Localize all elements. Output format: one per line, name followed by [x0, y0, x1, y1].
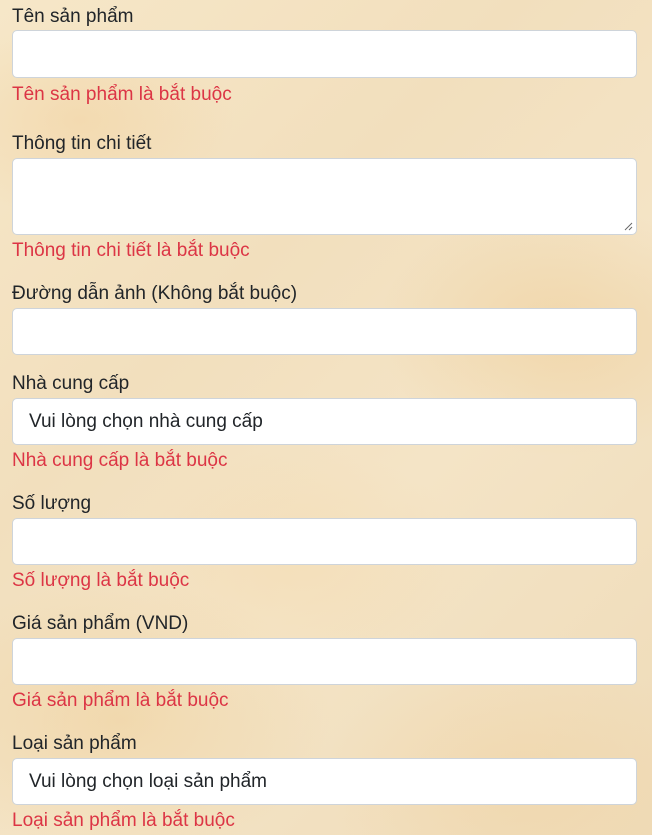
category-select[interactable]: Vui lòng chọn loại sản phẩm [12, 758, 637, 805]
image-url-label: Đường dẫn ảnh (Không bắt buộc) [12, 283, 298, 304]
supplier-error: Nhà cung cấp là bắt buộc [12, 450, 228, 471]
resize-grip-icon[interactable] [623, 221, 633, 231]
quantity-input[interactable] [12, 518, 637, 565]
category-label: Loại sản phẩm [12, 733, 137, 754]
quantity-label: Số lượng [12, 493, 92, 514]
supplier-label: Nhà cung cấp [12, 373, 130, 394]
product-name-input[interactable] [12, 30, 637, 78]
product-name-error: Tên sản phẩm là bắt buộc [12, 84, 232, 105]
price-error: Giá sản phẩm là bắt buộc [12, 690, 229, 711]
image-url-input[interactable] [12, 308, 637, 355]
price-input[interactable] [12, 638, 637, 685]
product-name-label: Tên sản phẩm [12, 6, 134, 27]
details-label: Thông tin chi tiết [12, 133, 152, 154]
supplier-select[interactable]: Vui lòng chọn nhà cung cấp [12, 398, 637, 445]
category-error: Loại sản phẩm là bắt buộc [12, 810, 235, 831]
quantity-error: Số lượng là bắt buộc [12, 570, 190, 591]
details-error: Thông tin chi tiết là bắt buộc [12, 240, 250, 261]
details-textarea[interactable] [12, 158, 637, 235]
price-label: Giá sản phẩm (VND) [12, 613, 189, 634]
